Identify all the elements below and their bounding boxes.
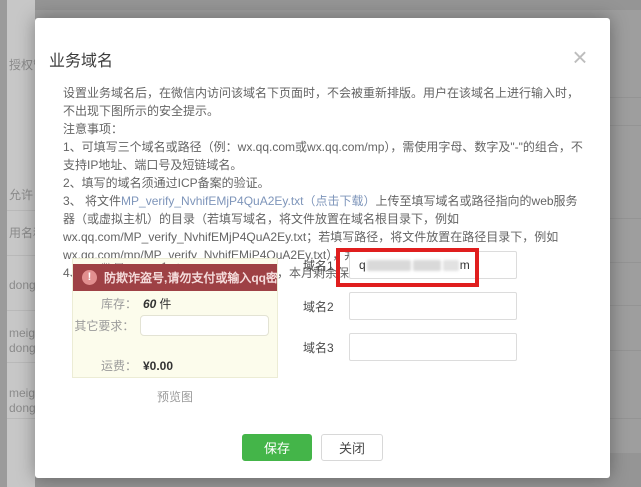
background-text-fragment: dongmin [9, 278, 35, 292]
stock-label: 库存： [73, 295, 137, 312]
other-requirements-label: 其它要求： [73, 317, 134, 334]
stock-row: 库存： 60 件 [73, 295, 269, 312]
background-top-band [0, 0, 641, 10]
background-left-divider [7, 210, 35, 211]
background-left-divider [7, 255, 35, 256]
domain-row-1: 域名1 qm [303, 251, 517, 279]
background-left-edge-strip [0, 0, 7, 487]
background-text-fragment: dongmin [9, 401, 35, 415]
domain-row-3: 域名3 [303, 333, 517, 361]
dialog-title: 业务域名 [49, 47, 113, 71]
shipping-row: 运费： ¥0.00 [73, 357, 269, 374]
domain1-input[interactable]: qm [349, 251, 517, 279]
domain2-input[interactable] [349, 292, 517, 320]
background-text-fragment: dongmin [9, 341, 35, 355]
note-item-2: 2、填写的域名须通过ICP备案的验证。 [63, 174, 585, 192]
close-button[interactable]: 关闭 [321, 434, 383, 461]
verify-file-download-link[interactable]: MP_verify_NvhifEMjP4QuA2Ey.txt（点击下载） [121, 194, 376, 208]
background-left-divider [7, 418, 35, 419]
close-icon[interactable]: × [565, 42, 595, 72]
domain1-value-start: q [359, 258, 366, 272]
background-text-fragment: 用名称作 [9, 224, 35, 241]
shipping-label: 运费： [73, 357, 137, 374]
background-left-divider [7, 310, 35, 311]
stock-value: 60 [143, 297, 156, 311]
description-text: 设置业务域名后，在微信内访问该域名下页面时，不会被重新排版。用户在该域名上进行输… [63, 84, 585, 120]
domain3-input[interactable] [349, 333, 517, 361]
other-requirements-row: 其它要求： [73, 315, 269, 336]
fraud-warning-text: 防欺诈盗号,请勿支付或输入qq密码 [104, 269, 278, 286]
background-text-fragment: meigua [9, 326, 35, 340]
domain-row-2: 域名2 [303, 292, 517, 320]
domain-fields: 域名1 qm 域名2 域名3 [303, 251, 517, 374]
domain2-label: 域名2 [303, 298, 349, 315]
redaction-block [413, 260, 441, 271]
stock-unit: 件 [159, 295, 171, 312]
fraud-warning-banner: ! 防欺诈盗号,请勿支付或输入qq密码 × [73, 264, 277, 291]
other-requirements-input [140, 315, 269, 336]
background-text-fragment: 授权管 [9, 56, 35, 73]
preview-caption: 预览图 [72, 388, 278, 405]
domain1-value-end: m [460, 258, 470, 272]
background-text-fragment: meigua [9, 386, 35, 400]
security-warning-preview-card: 数量： - 1 + ! 防欺诈盗号,请勿支付或输入qq密码 × 库存： 60 件… [72, 258, 278, 378]
shipping-value: ¥0.00 [143, 359, 173, 373]
note-3-prefix: 3、 将文件 [63, 194, 121, 208]
redaction-block [367, 260, 411, 271]
note-item-1: 1、可填写三个域名或路径（例：wx.qq.com或wx.qq.com/mp），需… [63, 138, 585, 174]
notes-heading: 注意事项： [63, 120, 585, 138]
business-domain-dialog: 业务域名 × 设置业务域名后，在微信内访问该域名下页面时，不会被重新排版。用户在… [35, 18, 610, 478]
redaction-block [443, 260, 459, 271]
warning-exclamation-icon: ! [82, 270, 97, 285]
background-page-left-column: 授权管 允许 通过 用名称作 dongmin meigua dongmin me… [0, 0, 35, 487]
domain1-label: 域名1 [303, 257, 349, 274]
domain3-label: 域名3 [303, 339, 349, 356]
background-left-divider [7, 362, 35, 363]
background-text-fragment: 允许 通过 [9, 186, 35, 203]
save-button[interactable]: 保存 [242, 434, 312, 461]
